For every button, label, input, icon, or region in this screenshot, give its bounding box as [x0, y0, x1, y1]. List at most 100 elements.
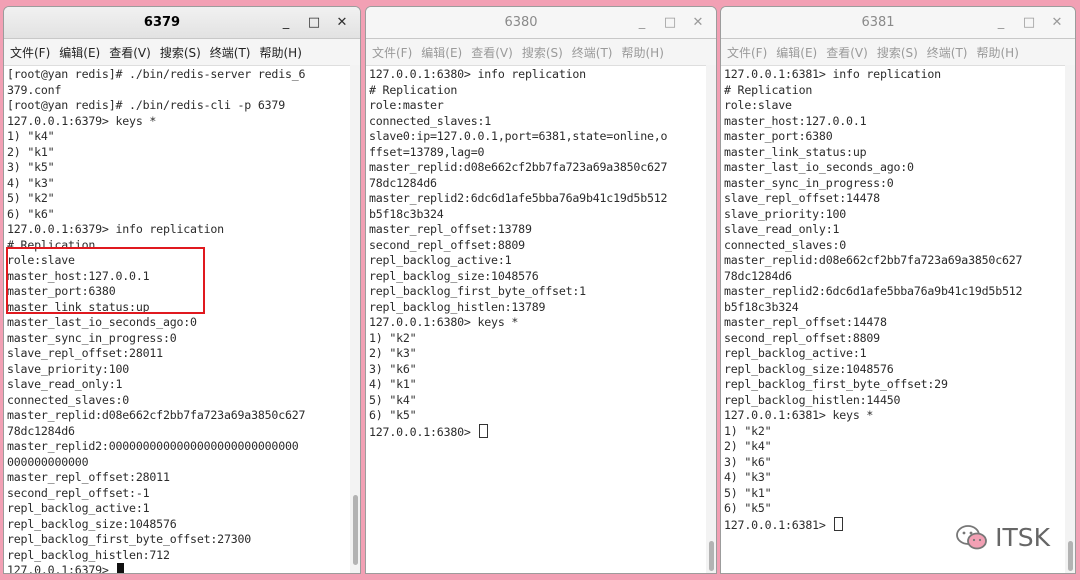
watermark-text: ITSK [995, 523, 1050, 552]
terminal-line: master_replid:d08e662cf2bb7fa723a69a3850… [369, 160, 668, 174]
terminal-line: 2) "k3" [369, 346, 417, 360]
terminal-line: connected_slaves:0 [7, 392, 130, 407]
terminal-line: repl_backlog_active:1 [369, 253, 512, 267]
close-button[interactable]: ✕ [1045, 11, 1069, 35]
terminal-window-6381[interactable]: 6381 _ □ ✕ 文件(F) 编辑(E) 查看(V) 搜索(S) 终端(T)… [720, 6, 1076, 574]
terminal-line: 4) "k3" [724, 470, 772, 484]
menu-help[interactable]: 帮助(H) [977, 44, 1019, 61]
menu-help[interactable]: 帮助(H) [622, 44, 664, 61]
close-button[interactable]: ✕ [686, 11, 710, 35]
terminal-line: 6) "k5" [724, 501, 772, 515]
terminal-line: slave_repl_offset:28011 [7, 346, 163, 360]
terminal-line: connected_slaves:1 [369, 113, 492, 128]
menu-search[interactable]: 搜索(S) [160, 44, 201, 61]
window-title: 6381 [861, 15, 895, 30]
terminal-line: 2) "k4" [724, 439, 772, 453]
menu-edit[interactable]: 编辑(E) [421, 44, 462, 61]
titlebar[interactable]: 6380 _ □ ✕ [366, 7, 716, 39]
minimize-button[interactable]: _ [989, 11, 1013, 35]
terminal-line: master_replid:d08e662cf2bb7fa723a69a3850… [7, 408, 306, 422]
prompt-line[interactable]: 127.0.0.1:6379> [7, 563, 350, 573]
terminal-line: 127.0.0.1:6379> info replication [7, 222, 224, 236]
maximize-button[interactable]: □ [658, 11, 682, 35]
text-cursor [834, 516, 844, 531]
menubar: 文件(F) 编辑(E) 查看(V) 搜索(S) 终端(T) 帮助(H) [721, 39, 1075, 66]
prompt: 127.0.0.1:6380> [369, 424, 478, 439]
titlebar[interactable]: 6381 _ □ ✕ [721, 7, 1075, 39]
menu-file[interactable]: 文件(F) [727, 44, 767, 61]
terminal-line: [root@yan redis]# ./bin/redis-server red… [7, 67, 306, 81]
terminal-line: slave_read_only:1 [7, 377, 123, 391]
terminal-line: repl_backlog_size:1048576 [369, 268, 539, 283]
wechat-icon [956, 524, 987, 549]
terminal-window-6380[interactable]: 6380 _ □ ✕ 文件(F) 编辑(E) 查看(V) 搜索(S) 终端(T)… [365, 6, 717, 574]
text-cursor [479, 423, 489, 438]
terminal-line: repl_backlog_histlen:712 [7, 547, 170, 562]
menu-file[interactable]: 文件(F) [10, 44, 50, 61]
terminal-line: ffset=13789,lag=0 [369, 144, 485, 159]
terminal-line: 127.0.0.1:6381> info replication [724, 67, 941, 81]
terminal-line: master_replid2:6dc6d1afe5bba76a9b41c19d5… [724, 284, 1023, 298]
terminal-line: repl_backlog_first_byte_offset:1 [369, 284, 586, 298]
terminal-line: 127.0.0.1:6379> keys * [7, 113, 157, 128]
menubar: 文件(F) 编辑(E) 查看(V) 搜索(S) 终端(T) 帮助(H) [4, 39, 360, 66]
terminal-line: 4) "k3" [7, 175, 55, 190]
terminal-line: second_repl_offset:8809 [724, 330, 880, 345]
terminal-line: repl_backlog_active:1 [7, 501, 150, 515]
terminal-line: 78dc1284d6 [7, 423, 75, 438]
terminal-line: slave_repl_offset:14478 [724, 191, 880, 205]
terminal-line: role:slave [724, 98, 792, 112]
terminal-line: second_repl_offset:8809 [369, 237, 525, 252]
menu-terminal[interactable]: 终端(T) [927, 44, 968, 61]
terminal-line: 5) "k1" [724, 485, 772, 500]
terminal-line: connected_slaves:0 [724, 237, 847, 252]
terminal-line: # Replication [724, 82, 813, 97]
titlebar[interactable]: 6379 _ □ ✕ [4, 7, 360, 39]
menu-terminal[interactable]: 终端(T) [572, 44, 613, 61]
scrollbar-thumb[interactable] [709, 541, 714, 571]
terminal-line: # Replication [369, 82, 458, 97]
terminal-line: 5) "k2" [7, 191, 55, 205]
terminal-line: master_replid2:6dc6d1afe5bba76a9b41c19d5… [369, 191, 668, 205]
terminal-line: 127.0.0.1:6380> keys * [369, 315, 519, 329]
menu-view[interactable]: 查看(V) [109, 44, 151, 61]
terminal-line: repl_backlog_first_byte_offset:29 [724, 377, 948, 391]
maximize-button[interactable]: □ [1017, 11, 1041, 35]
menu-edit[interactable]: 编辑(E) [59, 44, 100, 61]
minimize-button[interactable]: _ [630, 11, 654, 35]
terminal-line: b5f18c3b324 [369, 206, 444, 221]
scrollbar-thumb[interactable] [353, 495, 358, 565]
minimize-button[interactable]: _ [274, 11, 298, 35]
menu-file[interactable]: 文件(F) [372, 44, 412, 61]
terminal-line: 3) "k5" [7, 160, 55, 174]
maximize-button[interactable]: □ [302, 11, 326, 35]
terminal-line: master_replid2:0000000000000000000000000… [7, 439, 299, 453]
terminal-line: 1) "k4" [7, 129, 55, 143]
terminal-line: repl_backlog_first_byte_offset:27300 [7, 532, 252, 546]
terminal-line: slave0:ip=127.0.0.1,port=6381,state=onli… [369, 129, 668, 143]
menu-help[interactable]: 帮助(H) [260, 44, 302, 61]
terminal-line: slave_read_only:1 [724, 222, 840, 236]
menu-edit[interactable]: 编辑(E) [776, 44, 817, 61]
terminal-line: master_port:6380 [724, 129, 833, 143]
scrollbar-thumb[interactable] [1068, 541, 1073, 571]
scrollbar[interactable] [706, 65, 716, 573]
menu-search[interactable]: 搜索(S) [877, 44, 918, 61]
menu-view[interactable]: 查看(V) [471, 44, 513, 61]
menu-terminal[interactable]: 终端(T) [210, 44, 251, 61]
terminal-line: repl_backlog_histlen:14450 [724, 392, 901, 407]
terminal-output[interactable]: 127.0.0.1:6380> info replication # Replic… [366, 65, 706, 573]
terminal-line: repl_backlog_histlen:13789 [369, 299, 546, 314]
terminal-line: repl_backlog_active:1 [724, 346, 867, 360]
prompt-line[interactable]: 127.0.0.1:6380> [369, 423, 706, 440]
terminal-output[interactable]: [root@yan redis]# ./bin/redis-server red… [4, 65, 350, 573]
scrollbar[interactable] [1065, 65, 1075, 573]
menu-search[interactable]: 搜索(S) [522, 44, 563, 61]
terminal-line: role:master [369, 98, 444, 112]
close-button[interactable]: ✕ [330, 11, 354, 35]
terminal-line: 000000000000 [7, 454, 89, 469]
terminal-output[interactable]: 127.0.0.1:6381> info replication # Replic… [721, 65, 1065, 573]
text-cursor [117, 563, 125, 573]
menu-view[interactable]: 查看(V) [826, 44, 868, 61]
scrollbar[interactable] [350, 65, 360, 573]
